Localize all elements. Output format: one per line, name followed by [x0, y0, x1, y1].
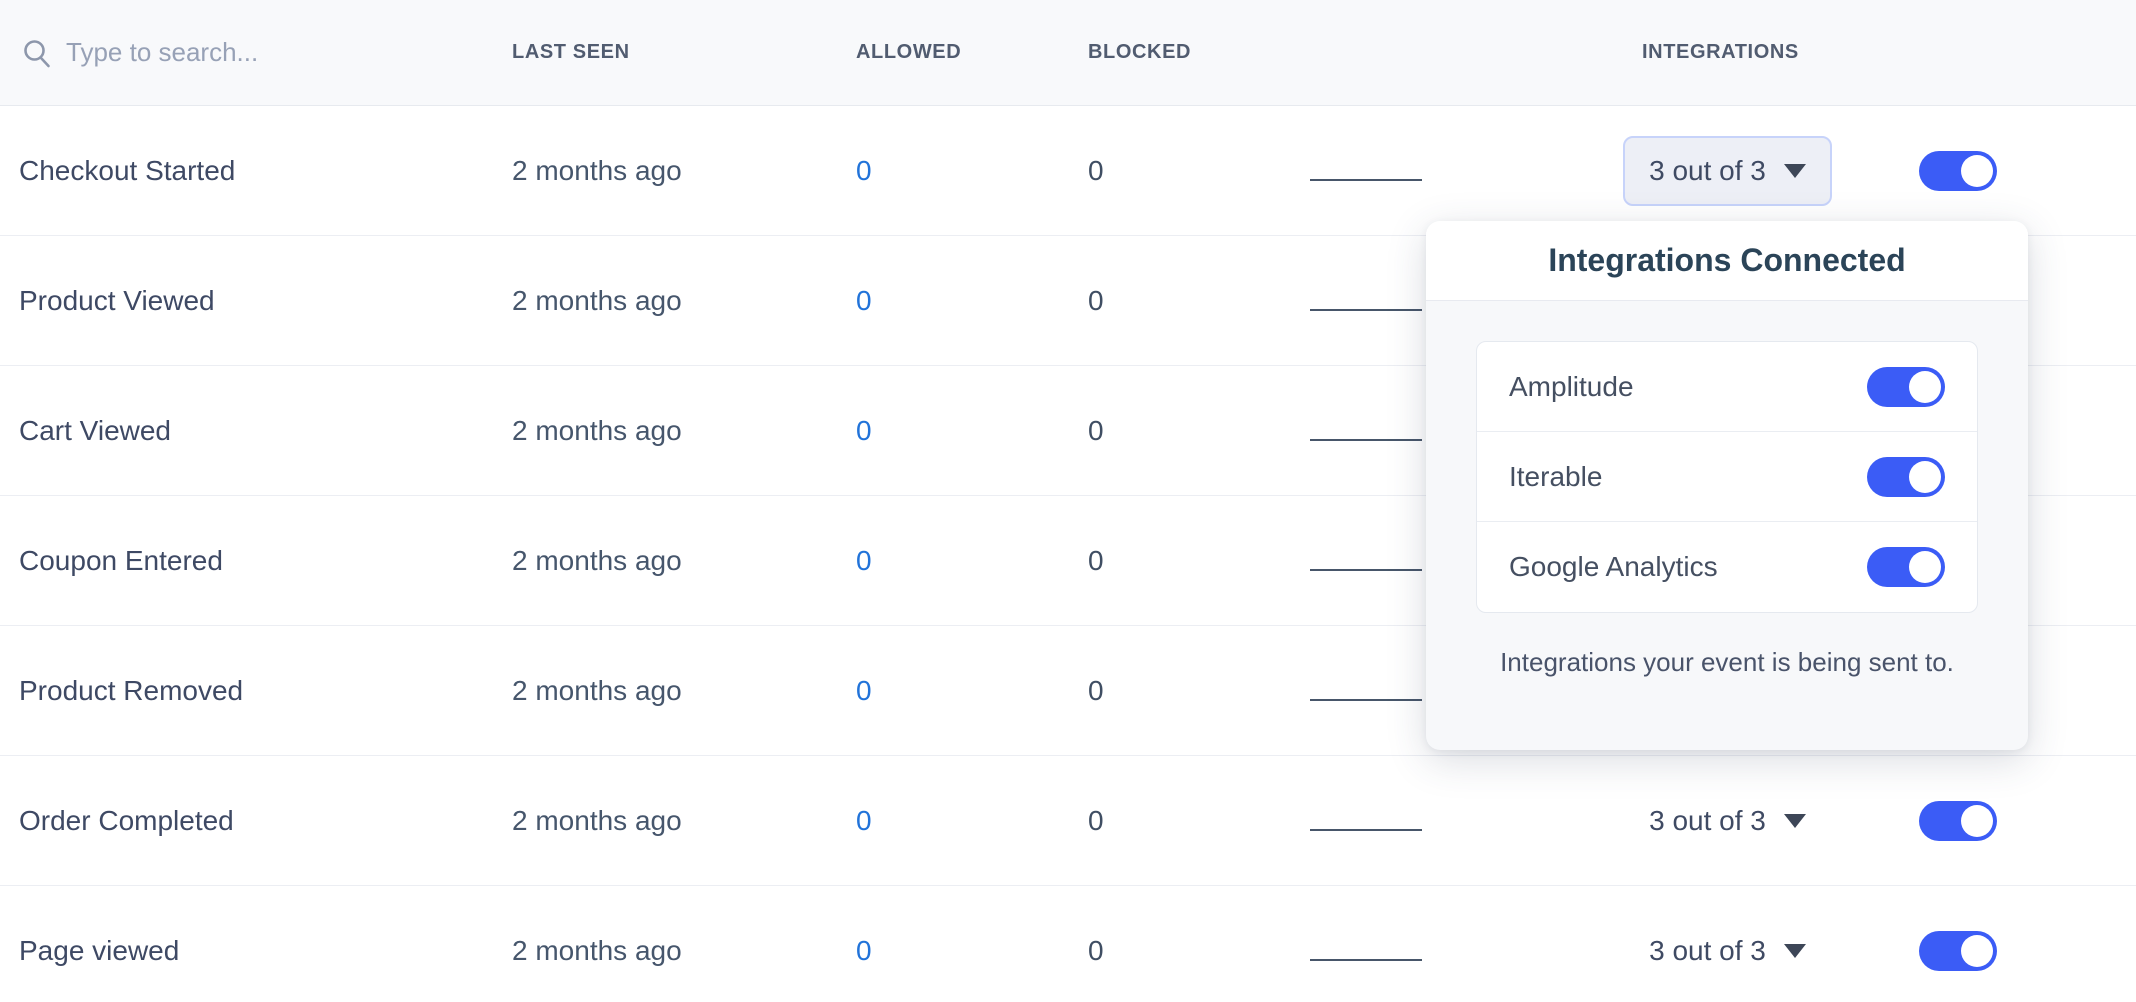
allowed-count-link[interactable]: 0 [856, 366, 872, 495]
integration-toggle[interactable] [1867, 367, 1945, 407]
table-header: LAST SEEN ALLOWED BLOCKED INTEGRATIONS [0, 0, 2136, 106]
chevron-down-icon [1784, 814, 1806, 828]
allowed-count-link[interactable]: 0 [856, 626, 872, 755]
event-sparkline [1310, 569, 1422, 571]
integrations-dropdown[interactable]: 3 out of 3 [1623, 916, 1832, 986]
last-seen-value: 2 months ago [512, 756, 682, 885]
event-name: Order Completed [19, 756, 234, 885]
integration-toggle[interactable] [1867, 547, 1945, 587]
event-name: Coupon Entered [19, 496, 223, 625]
table-row: Order Completed 2 months ago 0 0 3 out o… [0, 756, 2136, 886]
toggle-knob [1961, 805, 1993, 837]
event-sparkline [1310, 309, 1422, 311]
table-row: Checkout Started 2 months ago 0 0 3 out … [0, 106, 2136, 236]
last-seen-value: 2 months ago [512, 626, 682, 755]
last-seen-value: 2 months ago [512, 496, 682, 625]
table-row: Page viewed 2 months ago 0 0 3 out of 3 [0, 886, 2136, 1002]
search-input[interactable] [66, 37, 426, 68]
event-name: Product Removed [19, 626, 243, 755]
sparkline-flat [1310, 309, 1422, 311]
integration-row-amplitude: Amplitude [1477, 342, 1977, 432]
integration-label: Iterable [1509, 461, 1602, 493]
toggle-knob [1961, 155, 1993, 187]
integration-list: Amplitude Iterable Google Analytics [1476, 341, 1978, 613]
last-seen-value: 2 months ago [512, 106, 682, 235]
allowed-count-link[interactable]: 0 [856, 496, 872, 625]
integrations-dropdown-label: 3 out of 3 [1649, 155, 1766, 187]
popover-description: Integrations your event is being sent to… [1476, 647, 1978, 678]
integration-label: Amplitude [1509, 371, 1634, 403]
search-field[interactable] [22, 0, 426, 105]
toggle-knob [1909, 551, 1941, 583]
blocked-count: 0 [1088, 496, 1104, 625]
event-name: Checkout Started [19, 106, 235, 235]
event-sparkline [1310, 179, 1422, 181]
toggle-knob [1909, 461, 1941, 493]
column-header-allowed: ALLOWED [856, 0, 961, 105]
event-sparkline [1310, 829, 1422, 831]
event-name: Cart Viewed [19, 366, 171, 495]
blocked-count: 0 [1088, 626, 1104, 755]
event-sparkline [1310, 439, 1422, 441]
column-header-blocked: BLOCKED [1088, 0, 1191, 105]
sparkline-flat [1310, 699, 1422, 701]
blocked-count: 0 [1088, 106, 1104, 235]
chevron-down-icon [1784, 944, 1806, 958]
column-header-integrations: INTEGRATIONS [1642, 0, 1799, 105]
event-sparkline [1310, 699, 1422, 701]
event-enabled-toggle[interactable] [1919, 931, 1997, 971]
event-name: Product Viewed [19, 236, 215, 365]
allowed-count-link[interactable]: 0 [856, 106, 872, 235]
event-enabled-toggle[interactable] [1919, 151, 1997, 191]
event-name: Page viewed [19, 886, 179, 1002]
event-enabled-toggle[interactable] [1919, 801, 1997, 841]
integrations-dropdown-label: 3 out of 3 [1649, 935, 1766, 967]
blocked-count: 0 [1088, 366, 1104, 495]
blocked-count: 0 [1088, 236, 1104, 365]
last-seen-value: 2 months ago [512, 886, 682, 1002]
toggle-knob [1909, 371, 1941, 403]
integrations-dropdown[interactable]: 3 out of 3 [1623, 786, 1832, 856]
popover-body: Amplitude Iterable Google Analytics Inte… [1426, 301, 2028, 678]
integrations-popover: Integrations Connected Amplitude Iterabl… [1426, 221, 2028, 750]
sparkline-flat [1310, 439, 1422, 441]
blocked-count: 0 [1088, 756, 1104, 885]
integration-row-google-analytics: Google Analytics [1477, 522, 1977, 612]
integration-row-iterable: Iterable [1477, 432, 1977, 522]
popover-title: Integrations Connected [1426, 221, 2028, 301]
search-icon [22, 38, 52, 68]
integrations-dropdown[interactable]: 3 out of 3 [1623, 136, 1832, 206]
chevron-down-icon [1784, 164, 1806, 178]
last-seen-value: 2 months ago [512, 366, 682, 495]
blocked-count: 0 [1088, 886, 1104, 1002]
allowed-count-link[interactable]: 0 [856, 756, 872, 885]
integration-label: Google Analytics [1509, 551, 1718, 583]
column-header-last-seen: LAST SEEN [512, 0, 630, 105]
sparkline-flat [1310, 179, 1422, 181]
integration-toggle[interactable] [1867, 457, 1945, 497]
sparkline-flat [1310, 569, 1422, 571]
allowed-count-link[interactable]: 0 [856, 236, 872, 365]
sparkline-flat [1310, 829, 1422, 831]
event-sparkline [1310, 959, 1422, 961]
integrations-dropdown-label: 3 out of 3 [1649, 805, 1766, 837]
toggle-knob [1961, 935, 1993, 967]
allowed-count-link[interactable]: 0 [856, 886, 872, 1002]
last-seen-value: 2 months ago [512, 236, 682, 365]
sparkline-flat [1310, 959, 1422, 961]
